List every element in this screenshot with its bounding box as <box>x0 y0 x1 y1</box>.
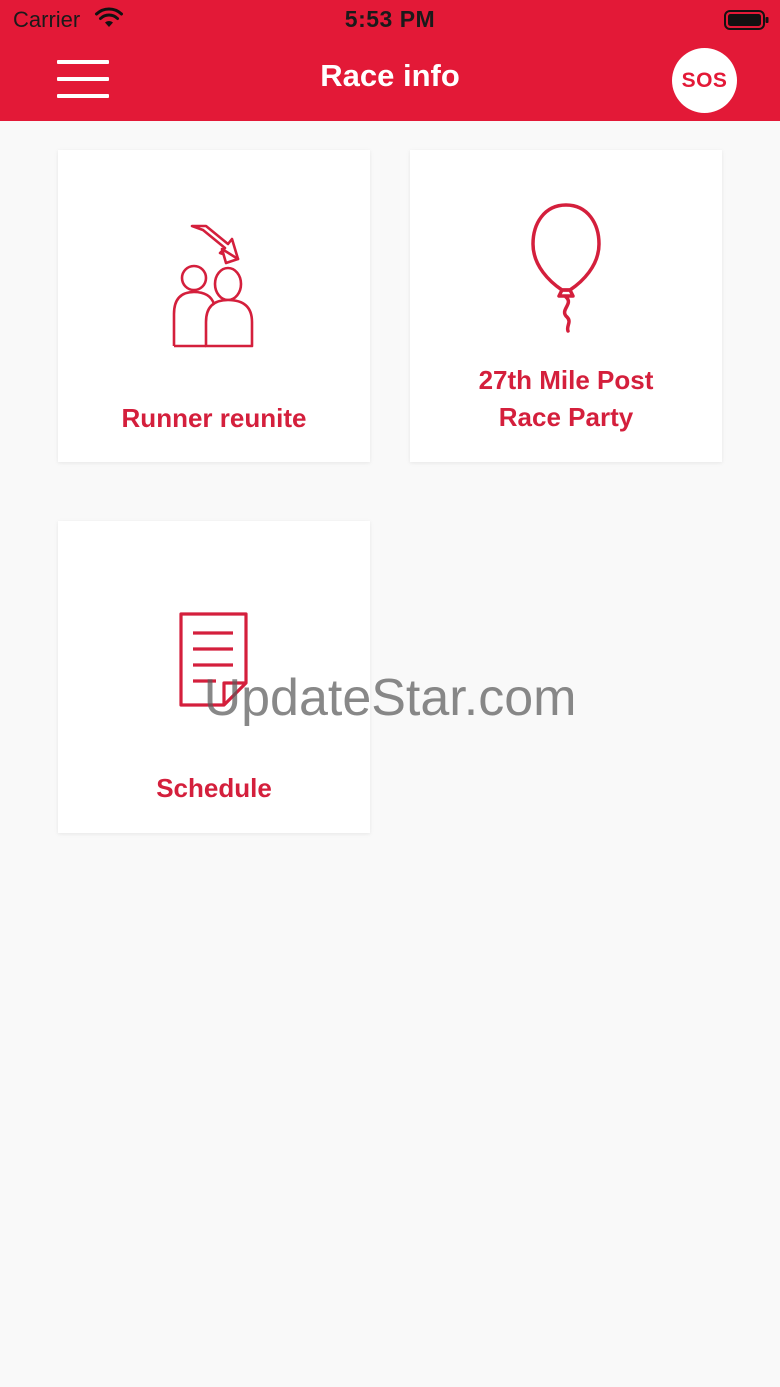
menu-line-bottom <box>57 94 109 98</box>
tile-label-mile-post-line2: Race Party <box>498 402 634 432</box>
tile-label-mile-post-line1: 27th Mile Post <box>478 365 654 395</box>
page-title: Race info <box>320 58 460 93</box>
tile-runner-reunite[interactable]: Runner reunite <box>58 150 370 462</box>
balloon-icon <box>531 203 601 333</box>
document-icon <box>179 612 248 707</box>
tile-mile-post-party[interactable]: 27th Mile Post Race Party <box>410 150 722 462</box>
tile-label-schedule: Schedule <box>156 773 272 803</box>
nav-bar: Race info SOS <box>0 40 780 121</box>
app-header: Carrier 5:53 PM Race info SOS <box>0 0 780 121</box>
tile-schedule[interactable]: Schedule <box>58 521 370 833</box>
runner-reunite-icon <box>172 224 254 348</box>
tile-label-runner-reunite: Runner reunite <box>121 403 307 433</box>
sos-button[interactable]: SOS <box>672 48 737 113</box>
battery-icon <box>724 10 769 30</box>
status-bar: Carrier 5:53 PM <box>0 0 780 40</box>
status-time: 5:53 PM <box>344 6 436 32</box>
